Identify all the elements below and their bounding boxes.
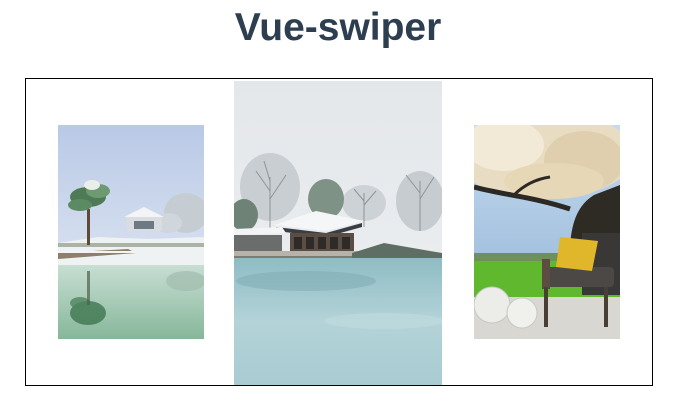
carousel-slide-active[interactable] — [234, 81, 442, 385]
slide-image-snowy-pavilion — [234, 81, 442, 385]
carousel-slide-next[interactable] — [474, 125, 620, 339]
slide-image-blossom-armchair — [474, 125, 620, 339]
page-title: Vue-swiper — [234, 6, 442, 49]
slide-image-snowy-lakeside — [58, 125, 204, 339]
carousel-slide-prev[interactable] — [58, 125, 204, 339]
image-carousel[interactable] — [25, 78, 653, 386]
